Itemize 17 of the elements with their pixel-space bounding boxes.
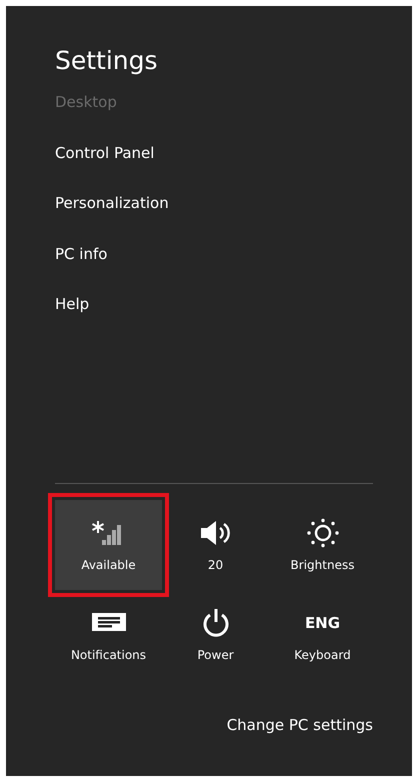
- menu-item[interactable]: Help: [55, 295, 373, 346]
- speaker-icon: [198, 520, 232, 546]
- message-icon: [92, 613, 126, 633]
- menu-item[interactable]: PC info: [55, 244, 373, 295]
- power-tile[interactable]: Power: [162, 598, 269, 672]
- brightness-icon: [304, 518, 340, 548]
- brightness-tile[interactable]: Brightness: [269, 500, 376, 590]
- pane-title: Settings: [55, 46, 159, 75]
- menu-item[interactable]: Personalization: [55, 194, 373, 244]
- power-icon: [200, 608, 230, 638]
- signal-tile[interactable]: Available: [55, 500, 162, 590]
- volume-tile[interactable]: 20: [162, 500, 269, 590]
- text-tile[interactable]: ENG Keyboard: [269, 598, 376, 672]
- notifications-tile[interactable]: Notifications: [55, 598, 162, 672]
- change-settings-link[interactable]: Change PC settings: [226, 716, 373, 734]
- language-indicator: ENG: [304, 614, 340, 632]
- menu-item[interactable]: Control Panel: [55, 144, 373, 194]
